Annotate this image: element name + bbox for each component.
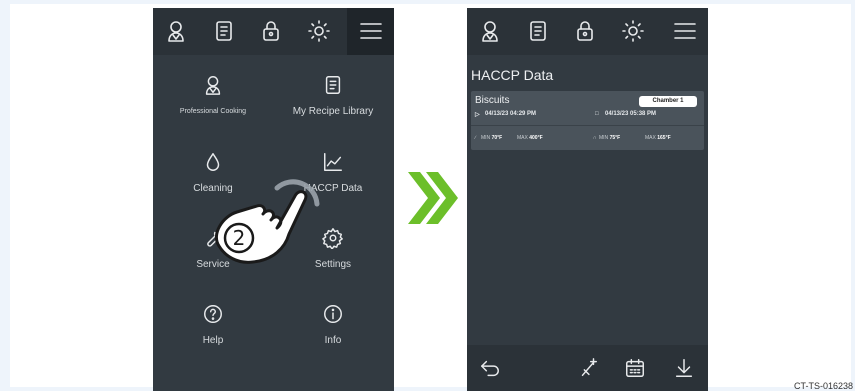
page-title: HACCP Data [471,67,554,83]
chamber-badge: Chamber 1 [639,96,697,107]
calendar-icon[interactable] [622,355,648,381]
recipe-book-icon[interactable] [525,18,551,44]
probe-icon: ∕ [475,135,476,141]
end-time: 04/13/23 05:38 PM [605,111,657,117]
water-drop-icon [158,151,268,175]
core-probe-icon: ∩ [593,135,597,141]
lock-icon[interactable] [572,18,598,44]
haccp-record-card[interactable]: Biscuits Chamber 1 ▷ 04/13/23 04:29 PM □… [471,91,704,150]
menu-icon[interactable] [358,18,384,44]
back-icon[interactable] [477,355,503,381]
lock-icon[interactable] [258,18,284,44]
menu-icon[interactable] [672,18,698,44]
core-min-label: MIN [599,135,609,141]
divider [471,125,704,126]
menu-help[interactable]: Help [158,303,268,346]
probe-max-value: 400°F [529,135,543,141]
menu-label: Professional Cooking [179,108,247,115]
core-min-value: 75°F [609,135,621,141]
menu-professional-cooking[interactable]: Professional Cooking [158,74,268,115]
step-number: 2 [233,226,246,250]
chef-icon[interactable] [477,18,503,44]
tap-hand-icon: 2 [214,179,320,264]
core-max-label: MAX [645,135,656,141]
menu-label: My Recipe Library [292,106,374,117]
play-icon: ▷ [475,112,480,118]
core-max-value: 165°F [657,135,671,141]
brightness-icon[interactable] [306,18,332,44]
download-icon[interactable] [671,355,697,381]
right-screen: HACCP Data Biscuits Chamber 1 ▷ 04/13/23… [467,8,708,391]
probe-add-icon[interactable] [575,355,601,381]
menu-label: Help [202,335,224,346]
chart-icon [278,151,388,175]
chef-icon[interactable] [163,18,189,44]
document-code: CT-TS-016238 [793,381,853,391]
probe-min-label: MIN [481,135,491,141]
help-icon [158,303,268,327]
double-chevron-right-icon [408,172,458,224]
top-toolbar [153,8,394,55]
bottom-toolbar [467,345,708,391]
info-icon [278,303,388,327]
probe-max-label: MAX [517,135,528,141]
record-name: Biscuits [475,95,510,106]
start-time: 04/13/23 04:29 PM [485,111,537,117]
menu-my-recipe-library[interactable]: My Recipe Library [278,74,388,117]
recipe-book-icon [278,74,388,98]
menu-info[interactable]: Info [278,303,388,346]
recipe-book-icon[interactable] [211,18,237,44]
probe-min-value: 70°F [491,135,503,141]
stop-icon: □ [595,111,599,117]
brightness-icon[interactable] [620,18,646,44]
chef-icon [158,74,268,98]
menu-label: Info [324,335,342,346]
top-toolbar [467,8,708,55]
